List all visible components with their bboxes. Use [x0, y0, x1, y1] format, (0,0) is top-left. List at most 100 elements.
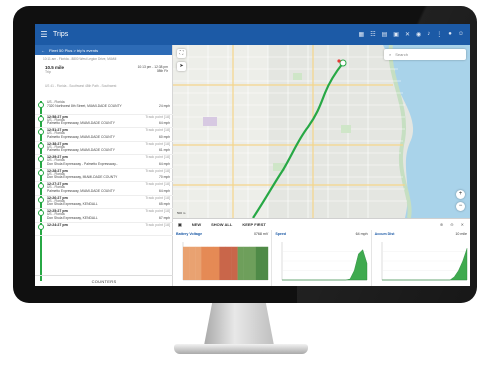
timeline-dot-icon — [38, 156, 44, 162]
event-road: Don Shula Expressway - Palmetto Expressw… — [47, 161, 119, 166]
event-item[interactable]: 12:24:27 pm Track point [18] — [35, 222, 173, 236]
event-item[interactable]: 12:27:27 pm Track point [18] US - Florida P… — [35, 182, 173, 196]
event-item[interactable]: 12:51:27 pm Track point [18] US - Florida P… — [35, 128, 173, 142]
chart-panel-icon[interactable]: ▣ — [178, 222, 182, 227]
chart-bar — [249, 246, 257, 280]
battery-voltage-chart[interactable]: Battery Voltage 0768 mV — [173, 230, 273, 286]
monitor-neck — [203, 303, 275, 347]
timeline-dot-icon — [38, 142, 44, 149]
event-item[interactable]: 12:58:27 pm Track point [18] US - Florida P… — [35, 114, 173, 128]
chart-label: Speed — [275, 232, 287, 236]
map-scale: 500 m — [177, 211, 186, 215]
event-item[interactable]: 12:29:27 pm Track point [18] US - Florida D… — [35, 155, 173, 169]
trip-start-note: 10:11 am - Florida - 8800 West Legion Dr… — [43, 57, 117, 61]
zoom-out-button[interactable]: − — [456, 202, 465, 211]
chart-value: 64 mph — [355, 232, 368, 236]
grid-icon[interactable]: ▦ — [359, 31, 365, 38]
chart-bar — [231, 246, 238, 280]
monitor-base — [174, 344, 308, 354]
event-item[interactable]: 12:25:27 pm Track point [18] US - Florida D… — [35, 209, 173, 223]
event-kind: Track point [18] — [145, 168, 170, 173]
chart-bar — [225, 246, 232, 280]
show-all-button[interactable]: SHOW ALL — [211, 222, 232, 227]
chart-area — [282, 249, 368, 281]
chart-bar — [243, 246, 250, 280]
counters-panel: ▣ NEW SHOW ALL KEEP FIRST ⊕ ⊖ ✕ Battery … — [173, 218, 470, 286]
timeline-dot-icon — [38, 129, 44, 135]
event-item[interactable]: 12:26:27 pm Track point [18] US - Florida D… — [35, 195, 173, 209]
breadcrumb: ← Fleet 50 Plus > trip's events — [35, 45, 172, 55]
event-time: 12:24:27 pm — [47, 222, 68, 227]
zoom-in-icon[interactable]: ⊕ — [440, 222, 443, 227]
table-icon[interactable]: ▤ — [382, 31, 388, 38]
calendar-icon[interactable]: ▣ — [393, 31, 399, 38]
chart-bar — [183, 246, 190, 280]
timeline-dot-icon — [38, 196, 44, 203]
eye-icon[interactable]: ◉ — [416, 31, 421, 38]
event-road: Don Shula Expressway, KENDALL — [47, 202, 98, 207]
event-speed: 24 mph — [159, 103, 170, 108]
event-speed: 67 mph — [159, 215, 170, 220]
notification-icon[interactable]: ● — [448, 31, 452, 38]
event-kind: Track point [18] — [145, 114, 170, 119]
event-item[interactable]: US - Florida 7320 Northwest 8th Street, M… — [35, 100, 173, 115]
bell-icon[interactable]: ♪ — [427, 31, 430, 38]
event-item[interactable]: 12:38:27 pm Track point [18] US - Florida P… — [35, 141, 173, 155]
trip-extra: 08th Flr — [156, 69, 168, 73]
trip-summary[interactable]: 10.5 mile Trip 10:13 pm - 12:38 pm 08th … — [35, 63, 172, 83]
event-road: 7320 Northwest 8th Street, MIAMI-DADE CO… — [47, 103, 122, 108]
chart-bar — [207, 246, 214, 280]
event-kind: Track point [18] — [145, 128, 170, 132]
event-kind: Track point [18] — [145, 222, 170, 227]
event-kind: Track point [18] — [145, 195, 170, 200]
map-search-input[interactable]: ⌕ Search — [384, 49, 466, 60]
event-speed: 70 mph — [159, 175, 170, 180]
chart-toolbar: ▣ NEW SHOW ALL KEEP FIRST ⊕ ⊖ ✕ — [173, 219, 470, 230]
fullscreen-icon[interactable]: ⛶ — [177, 49, 186, 58]
chart-value: 10 mile — [455, 232, 467, 236]
event-speed: 64 mph — [159, 188, 170, 193]
counters-button[interactable]: COUNTERS — [35, 275, 173, 286]
more-icon[interactable]: ⋮ — [436, 31, 442, 38]
app-title: Trips — [53, 31, 69, 38]
app-toolbar: ▦ ☷ ▤ ▣ ✕ ◉ ♪ ⋮ ● ☺ — [359, 31, 470, 38]
chart-label: Accum Dist — [374, 232, 395, 236]
trip-end-note: US 41 - Florida - Southwest 48th Path - … — [45, 84, 117, 88]
event-kind: Track point [18] — [145, 141, 170, 146]
timeline-dot-icon — [38, 210, 44, 216]
timeline-dot-icon — [38, 183, 44, 189]
location-icon[interactable]: ➤ — [177, 62, 186, 71]
zoom-in-button[interactable]: + — [456, 190, 465, 199]
event-speed: 60 mph — [159, 134, 170, 139]
list-icon[interactable]: ☷ — [370, 31, 375, 38]
chart-bar — [189, 246, 196, 280]
timeline-dot-icon — [38, 169, 44, 176]
chart-bar — [201, 246, 208, 280]
event-list: US - Florida 7320 Northwest 8th Street, M… — [35, 100, 173, 281]
tools-icon[interactable]: ✕ — [405, 31, 410, 38]
close-icon[interactable]: ✕ — [461, 222, 464, 227]
chart-bar — [219, 246, 226, 280]
chart-label: Battery Voltage — [176, 232, 203, 236]
speed-chart[interactable]: Speed 64 mph — [272, 230, 372, 286]
chart-value: 0768 mV — [253, 232, 269, 236]
map-view[interactable]: ⛶ ➤ ⌕ Search + − 500 m — [173, 45, 470, 218]
event-speed: 64 mph — [159, 161, 170, 166]
breadcrumb-text: Fleet 50 Plus > trip's events — [49, 47, 99, 53]
timeline-dot-icon — [38, 115, 44, 122]
screen: ☰ Trips ▦ ☷ ▤ ▣ ✕ ◉ ♪ ⋮ ● ☺ ← Fleet 50 P… — [35, 24, 470, 286]
chart-bar — [261, 246, 269, 280]
keep-first-button[interactable]: KEEP FIRST — [242, 222, 266, 227]
event-item[interactable]: 12:28:27 pm Track point [18] US - Florida D… — [35, 168, 173, 182]
zoom-out-icon[interactable]: ⊖ — [450, 222, 453, 227]
chart-bar — [255, 246, 263, 280]
battery-voltage-plot — [182, 242, 269, 281]
back-arrow-icon[interactable]: ← — [41, 48, 45, 53]
chart-bar — [195, 246, 202, 280]
hamburger-menu-icon[interactable]: ☰ — [35, 30, 53, 39]
accum-dist-chart[interactable]: Accum Dist 10 mile — [372, 230, 470, 286]
user-icon[interactable]: ☺ — [458, 31, 464, 38]
new-button[interactable]: NEW — [192, 222, 201, 227]
search-icon: ⌕ — [389, 52, 392, 57]
event-road: Palmetto Expressway, MIAMI-DADE COUNTY — [47, 121, 115, 126]
